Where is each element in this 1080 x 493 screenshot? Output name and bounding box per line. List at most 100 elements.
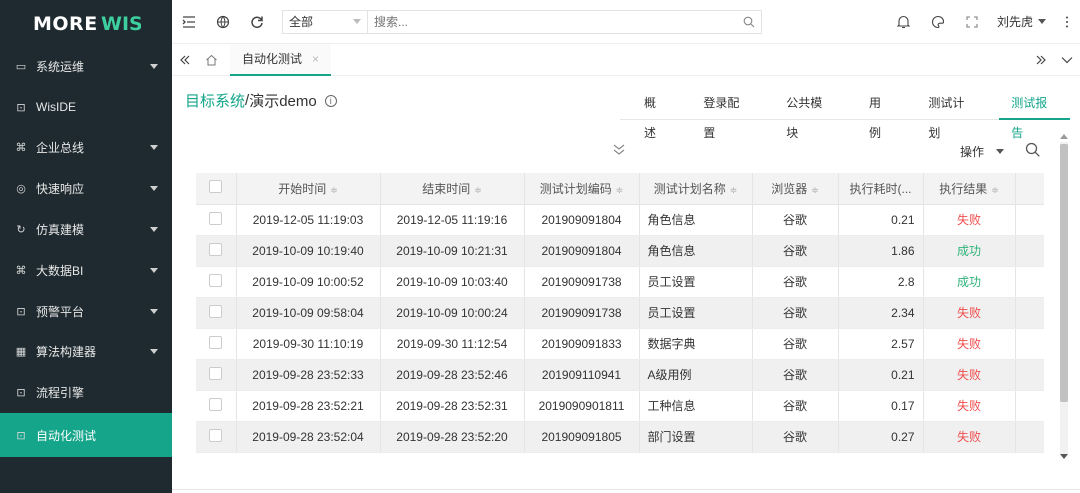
column-header[interactable]: 结束时间 ≑ <box>380 173 525 205</box>
cell-filler <box>1015 390 1044 422</box>
column-label: 测试计划编码 <box>539 181 612 196</box>
vertical-scrollbar[interactable] <box>1058 132 1070 464</box>
cell-start: 2019-10-09 10:00:52 <box>236 266 381 298</box>
bell-icon[interactable] <box>887 0 921 44</box>
table-row[interactable]: 2019-09-30 11:10:19 2019-09-30 11:12:54 20… <box>196 328 1044 360</box>
theme-icon[interactable] <box>921 0 955 44</box>
menu-toggle-icon[interactable] <box>172 0 206 44</box>
subtab[interactable]: 测试报告 <box>999 88 1070 140</box>
row-checkbox[interactable] <box>209 242 223 256</box>
row-checkbox[interactable] <box>209 273 223 287</box>
select-all-checkbox[interactable] <box>209 180 223 194</box>
operations-dropdown[interactable]: 操作 <box>960 143 1005 160</box>
scrollbar-thumb[interactable] <box>1060 144 1068 402</box>
more-vertical-icon[interactable] <box>1054 0 1080 44</box>
row-select-cell <box>196 297 237 329</box>
close-icon[interactable]: × <box>312 52 319 66</box>
expand-down-icon[interactable] <box>612 143 626 159</box>
sidebar-item[interactable]: ⊡ 自动化测试 <box>0 413 172 458</box>
tabs-menu-chevron-down-icon[interactable] <box>1054 44 1080 76</box>
top-bar-right: 刘先虎 <box>887 0 1080 44</box>
table-row[interactable]: 2019-09-28 23:52:21 2019-09-28 23:52:31 20… <box>196 390 1044 422</box>
column-header[interactable]: 测试计划名称 ≑ <box>639 173 753 205</box>
subtab[interactable]: 公共模块 <box>774 88 845 140</box>
caret-down-icon <box>150 267 158 273</box>
tab-bar-right <box>1028 44 1080 76</box>
row-checkbox[interactable] <box>209 366 223 380</box>
sort-icon[interactable]: ≑ <box>811 185 819 195</box>
row-checkbox[interactable] <box>209 335 223 349</box>
column-header[interactable]: 执行结果 ≑ <box>923 173 1016 205</box>
tabs-scroll-left-icon[interactable] <box>172 44 198 76</box>
column-header[interactable]: 测试计划编码 ≑ <box>524 173 640 205</box>
sort-icon[interactable]: ≑ <box>616 185 624 195</box>
cell-result: 失败 <box>923 328 1016 360</box>
table-row[interactable]: 2019-09-28 23:52:04 2019-09-28 23:52:20 20… <box>196 421 1044 453</box>
refresh-icon[interactable] <box>240 0 274 44</box>
alert-icon: ⊡ <box>16 305 26 318</box>
cell-start: 2019-10-09 10:19:40 <box>236 235 381 267</box>
sort-icon[interactable]: ≑ <box>991 185 999 195</box>
user-menu[interactable]: 刘先虎 <box>989 13 1054 30</box>
tab-automation-test[interactable]: 自动化测试 × <box>230 43 332 76</box>
globe-icon[interactable] <box>206 0 240 44</box>
cell-duration: 2.34 <box>838 297 924 329</box>
sidebar-item[interactable]: ⊡ 流程引擎 <box>0 372 172 413</box>
scope-select[interactable]: 全部 <box>282 9 368 34</box>
column-header[interactable]: 浏览器 ≑ <box>752 173 839 205</box>
search-input[interactable] <box>374 14 714 29</box>
breadcrumb-current: 演示demo <box>249 93 317 110</box>
column-header[interactable]: 执行耗时(... <box>838 173 924 205</box>
sidebar-item[interactable]: ⊡ 预警平台 <box>0 291 172 332</box>
logo[interactable]: MORE WIS <box>0 0 172 46</box>
table-search-icon[interactable] <box>1025 142 1041 158</box>
table-row[interactable]: 2019-10-09 10:00:52 2019-10-09 10:03:40 20… <box>196 266 1044 298</box>
search-box <box>368 9 762 34</box>
sort-icon[interactable]: ≑ <box>730 185 738 195</box>
subtab[interactable]: 登录配置 <box>691 88 762 140</box>
table-row[interactable]: 2019-10-09 09:58:04 2019-10-09 10:00:24 20… <box>196 297 1044 329</box>
sidebar: MORE WIS ▭ 系统运维 ⊡ WisIDE ⌘ 企业总线 ◎ 快速响应 ↻ 仿真建模 ⌘ 大数据… <box>0 0 172 493</box>
sidebar-item[interactable]: ⌘ 企业总线 <box>0 128 172 169</box>
column-label: 执行结果 <box>939 181 988 196</box>
sidebar-item[interactable]: ⌘ 大数据BI <box>0 250 172 291</box>
caret-down-icon <box>150 145 158 151</box>
info-icon[interactable]: i <box>324 94 337 107</box>
sidebar-item[interactable]: ◎ 快速响应 <box>0 168 172 209</box>
sidebar-item[interactable]: ↻ 仿真建模 <box>0 209 172 250</box>
column-header[interactable]: 开始时间 ≑ <box>236 173 381 205</box>
cell-filler <box>1015 235 1044 267</box>
subtab[interactable]: 概述 <box>632 88 679 140</box>
table-row[interactable]: 2019-10-09 10:19:40 2019-10-09 10:21:31 20… <box>196 235 1044 267</box>
operations-label: 操作 <box>960 145 985 159</box>
cell-browser: 谷歌 <box>752 421 839 453</box>
cell-start: 2019-09-28 23:52:21 <box>236 390 381 422</box>
sidebar-item[interactable]: ▭ 系统运维 <box>0 46 172 87</box>
tabs-scroll-right-icon[interactable] <box>1028 44 1054 76</box>
cell-end: 2019-09-28 23:52:31 <box>380 390 525 422</box>
row-checkbox[interactable] <box>209 397 223 411</box>
row-checkbox[interactable] <box>209 211 223 225</box>
row-checkbox[interactable] <box>209 304 223 318</box>
search-icon[interactable] <box>743 16 755 28</box>
cell-start: 2019-09-28 23:52:33 <box>236 359 381 391</box>
sidebar-item-label: 企业总线 <box>36 141 85 156</box>
sidebar-item[interactable]: ⊡ WisIDE <box>0 87 172 128</box>
home-icon[interactable] <box>198 44 224 76</box>
subtab[interactable]: 测试计划 <box>916 88 987 140</box>
sort-icon[interactable]: ≑ <box>474 185 482 195</box>
cell-name: 数据字典 <box>639 328 753 360</box>
row-checkbox[interactable] <box>209 428 223 442</box>
table-row[interactable]: 2019-09-28 23:52:33 2019-09-28 23:52:46 20… <box>196 359 1044 391</box>
subtab[interactable]: 用例 <box>857 88 904 140</box>
sidebar-item[interactable]: ▦ 算法构建器 <box>0 332 172 373</box>
tab-label: 自动化测试 <box>242 52 303 66</box>
scroll-down-icon[interactable] <box>1060 454 1068 459</box>
scroll-up-icon[interactable] <box>1060 134 1068 139</box>
sort-icon[interactable]: ≑ <box>330 185 338 195</box>
breadcrumb-target-system[interactable]: 目标系统 <box>185 90 245 111</box>
table-row[interactable]: 2019-12-05 11:19:03 2019-12-05 11:19:16 20… <box>196 204 1044 236</box>
flow-icon: ⊡ <box>16 387 26 400</box>
cell-code: 201909091805 <box>524 421 640 453</box>
fullscreen-icon[interactable] <box>955 0 989 44</box>
